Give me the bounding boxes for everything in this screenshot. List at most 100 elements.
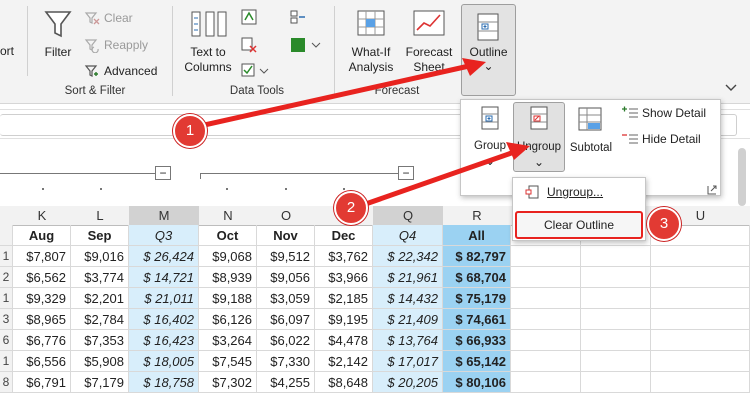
header-q3[interactable]: Q3 <box>129 225 199 246</box>
empty-cell[interactable] <box>651 351 750 372</box>
table-cell[interactable]: $ 22,342 <box>373 246 443 267</box>
empty-cell[interactable] <box>651 246 750 267</box>
header-q4[interactable]: Q4 <box>373 225 443 246</box>
empty-cell[interactable] <box>511 372 581 393</box>
table-cell[interactable]: $ 21,011 <box>129 288 199 309</box>
table-cell[interactable]: $9,329 <box>13 288 71 309</box>
table-cell[interactable]: $6,556 <box>13 351 71 372</box>
header-oct[interactable]: Oct <box>199 225 257 246</box>
table-cell[interactable]: $8,939 <box>199 267 257 288</box>
row-header[interactable]: 2 <box>0 267 13 288</box>
column-header-r[interactable]: R <box>443 206 512 226</box>
table-cell[interactable]: $ 13,764 <box>373 330 443 351</box>
column-header-n[interactable]: N <box>199 206 258 226</box>
table-cell[interactable]: $6,776 <box>13 330 71 351</box>
table-cell[interactable]: $3,264 <box>199 330 257 351</box>
row-header[interactable]: 6 <box>0 330 13 351</box>
table-cell[interactable]: $4,255 <box>257 372 315 393</box>
column-header-k[interactable]: K <box>13 206 72 226</box>
column-header-q[interactable]: Q <box>373 206 444 226</box>
empty-cell[interactable] <box>581 267 651 288</box>
table-cell[interactable]: $ 26,424 <box>129 246 199 267</box>
table-cell[interactable]: $6,126 <box>199 309 257 330</box>
table-cell[interactable]: $ 14,721 <box>129 267 199 288</box>
table-cell[interactable]: $9,512 <box>257 246 315 267</box>
header-aug[interactable]: Aug <box>13 225 71 246</box>
table-cell[interactable]: $ 21,409 <box>373 309 443 330</box>
remove-duplicates-button[interactable] <box>240 36 258 59</box>
empty-cell[interactable] <box>581 288 651 309</box>
table-cell[interactable]: $7,330 <box>257 351 315 372</box>
text-to-columns-button[interactable]: Text to Columns <box>182 8 234 78</box>
consolidate-button[interactable] <box>288 8 308 31</box>
empty-cell[interactable] <box>581 309 651 330</box>
vertical-scrollbar[interactable] <box>738 148 746 206</box>
advanced-filter-button[interactable]: Advanced <box>84 63 157 79</box>
empty-cell[interactable] <box>511 288 581 309</box>
empty-cell[interactable] <box>581 351 651 372</box>
header-all[interactable]: All <box>443 225 511 246</box>
forecast-sheet-button[interactable]: Forecast Sheet <box>402 8 456 78</box>
column-header-m[interactable]: M <box>129 206 200 226</box>
row-header[interactable]: 8 <box>0 372 13 393</box>
collapse-q3-button[interactable]: − <box>155 166 171 180</box>
table-cell[interactable]: $8,965 <box>13 309 71 330</box>
table-cell[interactable]: $ 16,423 <box>129 330 199 351</box>
clear-outline-menu-item[interactable]: Clear Outline <box>515 211 643 239</box>
filter-button[interactable]: Filter <box>38 6 78 66</box>
empty-cell[interactable] <box>581 246 651 267</box>
table-cell[interactable]: $ 16,402 <box>129 309 199 330</box>
empty-cell[interactable] <box>651 309 750 330</box>
column-header-o[interactable]: O <box>257 206 316 226</box>
table-cell[interactable]: $ 66,933 <box>443 330 511 351</box>
table-cell[interactable]: $2,185 <box>315 288 373 309</box>
row-header[interactable]: 3 <box>0 309 13 330</box>
table-cell[interactable]: $ 74,661 <box>443 309 511 330</box>
column-header-l[interactable]: L <box>71 206 130 226</box>
table-cell[interactable]: $6,562 <box>13 267 71 288</box>
table-cell[interactable]: $8,648 <box>315 372 373 393</box>
table-cell[interactable]: $9,056 <box>257 267 315 288</box>
table-cell[interactable]: $7,807 <box>13 246 71 267</box>
table-cell[interactable]: $7,302 <box>199 372 257 393</box>
table-cell[interactable]: $9,016 <box>71 246 129 267</box>
table-cell[interactable]: $2,201 <box>71 288 129 309</box>
table-cell[interactable]: $ 82,797 <box>443 246 511 267</box>
header-nov[interactable]: Nov <box>257 225 315 246</box>
table-cell[interactable]: $4,478 <box>315 330 373 351</box>
table-cell[interactable]: $6,097 <box>257 309 315 330</box>
table-cell[interactable]: $3,774 <box>71 267 129 288</box>
empty-cell[interactable] <box>651 288 750 309</box>
table-cell[interactable]: $2,142 <box>315 351 373 372</box>
empty-cell[interactable] <box>651 267 750 288</box>
table-cell[interactable]: $9,195 <box>315 309 373 330</box>
row-header[interactable]: 1 <box>0 246 13 267</box>
ungroup-button[interactable]: Ungroup ⌄ <box>513 102 565 172</box>
relationships-button[interactable] <box>288 36 324 59</box>
empty-cell[interactable] <box>511 246 581 267</box>
empty-cell[interactable] <box>651 330 750 351</box>
clear-filter-button[interactable]: Clear <box>84 10 133 26</box>
table-cell[interactable]: $ 75,179 <box>443 288 511 309</box>
hide-detail-button[interactable]: Hide Detail <box>621 132 701 146</box>
collapse-ribbon-button[interactable] <box>724 80 738 98</box>
what-if-analysis-button[interactable]: What-If Analysis <box>342 8 400 78</box>
table-cell[interactable]: $ 14,432 <box>373 288 443 309</box>
table-cell[interactable]: $2,784 <box>71 309 129 330</box>
empty-cell[interactable] <box>651 372 750 393</box>
table-cell[interactable]: $ 65,142 <box>443 351 511 372</box>
row-header[interactable]: 1 <box>0 288 13 309</box>
outline-button[interactable]: Outline ⌄ <box>461 4 516 96</box>
data-validation-button[interactable] <box>240 62 270 85</box>
group-button[interactable]: Group ⌄ <box>467 104 513 174</box>
table-cell[interactable]: $9,188 <box>199 288 257 309</box>
table-cell[interactable]: $ 20,205 <box>373 372 443 393</box>
empty-cell[interactable] <box>581 330 651 351</box>
collapse-q4-button[interactable]: − <box>398 166 414 180</box>
sort-button-label[interactable]: ort <box>0 44 14 59</box>
row-header[interactable]: 1 <box>0 351 13 372</box>
table-cell[interactable]: $ 68,704 <box>443 267 511 288</box>
table-cell[interactable]: $ 21,961 <box>373 267 443 288</box>
ungroup-menu-item[interactable]: Ungroup... <box>525 185 603 199</box>
table-cell[interactable]: $ 80,106 <box>443 372 511 393</box>
